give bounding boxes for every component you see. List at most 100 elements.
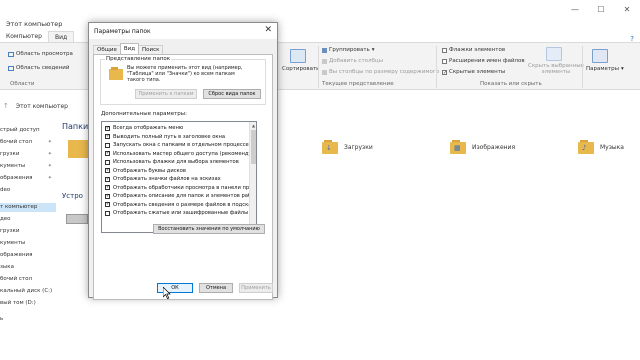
setting-checkbox[interactable]: ✓ xyxy=(105,176,110,182)
folder-options-dialog: Параметры папок ✕ Общие Вид Поиск Предст… xyxy=(88,22,278,300)
group-by-button[interactable]: Группировать ▾ xyxy=(322,47,375,53)
devices-section-header[interactable]: Устро xyxy=(62,192,83,200)
sidebar-item-label: грузки xyxy=(0,228,20,234)
sidebar-item[interactable]: ображения xyxy=(0,251,56,260)
address-path[interactable]: Этот компьютер xyxy=(16,103,68,110)
details-pane-icon xyxy=(8,65,14,71)
item-checkboxes-checkbox[interactable] xyxy=(442,47,447,53)
sidebar-item[interactable]: бочий стол xyxy=(0,275,56,284)
sidebar-item[interactable]: грузки xyxy=(0,227,56,236)
sidebar-item[interactable]: део xyxy=(0,215,56,224)
file-extensions-checkbox[interactable] xyxy=(442,58,447,64)
show-hide-group-label: Показать или скрыть xyxy=(480,81,542,87)
sidebar-item[interactable]: грузки ✦ xyxy=(0,150,56,159)
setting-checkbox[interactable] xyxy=(105,142,110,148)
advanced-setting-row[interactable]: Использовать флажки для выбора элементов xyxy=(105,158,239,167)
sort-button[interactable]: Сортировать xyxy=(282,66,319,72)
fit-columns-button[interactable]: Вы столбцы по размеру содержимого xyxy=(322,69,439,75)
scroll-thumb[interactable] xyxy=(251,130,256,164)
window-controls: — ☐ ✕ xyxy=(562,0,640,18)
add-columns-button[interactable]: Добавить столбцы xyxy=(322,58,383,64)
advanced-setting-row[interactable]: ✓ Отображать буквы дисков xyxy=(105,167,186,176)
advanced-setting-row[interactable]: ✓ Использовать мастер общего доступа (рек… xyxy=(105,150,256,159)
ribbon-separator xyxy=(436,46,437,88)
sidebar-item[interactable]: deo xyxy=(0,186,56,195)
sidebar-item[interactable]: кальный диск (C:) xyxy=(0,287,56,296)
restore-defaults-button[interactable]: Восстановить значения по умолчанию xyxy=(153,224,265,234)
advanced-setting-row[interactable]: Отображать сжатые или зашифрованные файл… xyxy=(105,209,256,218)
sidebar-item[interactable]: ображения ✦ xyxy=(0,174,56,183)
tab-search[interactable]: Поиск xyxy=(138,45,164,54)
sidebar-item-label: стрый доступ xyxy=(0,127,40,133)
advanced-settings-list[interactable]: ✓ Всегда отображать меню ✓ Выводить полный … xyxy=(101,121,257,233)
apply-to-folders-button[interactable]: Применить к папкам xyxy=(135,89,197,99)
setting-checkbox[interactable] xyxy=(105,210,110,216)
advanced-setting-row[interactable]: ✓ Отображать обработчики просмотра в пане… xyxy=(105,184,256,193)
sidebar-item-label: кументы xyxy=(0,240,26,246)
advanced-setting-row[interactable]: ✓ Всегда отображать меню xyxy=(105,124,183,133)
advanced-setting-row[interactable]: ✓ Выводить полный путь в заголовке окна xyxy=(105,133,225,142)
preview-pane-label: Область просмотра xyxy=(16,51,73,57)
setting-checkbox[interactable]: ✓ xyxy=(105,202,110,208)
navigation-pane: стрый доступ бочий стол ✦ грузки ✦ кументы… xyxy=(0,124,56,360)
maximize-button[interactable]: ☐ xyxy=(588,0,614,18)
folder-icon[interactable] xyxy=(68,140,90,158)
sidebar-item[interactable]: зыка xyxy=(0,263,56,272)
close-window-button[interactable]: ✕ xyxy=(614,0,640,18)
apply-button[interactable]: Применить xyxy=(239,283,273,293)
sidebar-item-label: ображения xyxy=(0,252,33,258)
folder-downloads[interactable]: ↓ Загрузки xyxy=(322,140,373,154)
tab-general[interactable]: Общие xyxy=(93,45,121,54)
tab-view[interactable]: Вид xyxy=(119,43,140,54)
advanced-setting-row[interactable]: ✓ Отображать описание для папок и элемент… xyxy=(105,192,256,201)
setting-checkbox[interactable]: ✓ xyxy=(105,151,110,157)
setting-checkbox[interactable]: ✓ xyxy=(105,168,110,174)
advanced-setting-row[interactable]: Запускать окна с папками в отдельном про… xyxy=(105,141,249,150)
hidden-items-checkbox[interactable]: ✓ xyxy=(442,69,447,75)
setting-checkbox[interactable]: ✓ xyxy=(105,193,110,199)
scroll-up-icon[interactable]: ▲ xyxy=(250,122,256,129)
fit-columns-label: Вы столбцы по размеру содержимого xyxy=(329,69,440,75)
item-checkboxes-toggle[interactable]: Флажки элементов xyxy=(442,47,505,53)
close-icon[interactable]: ✕ xyxy=(264,25,272,35)
sidebar-item[interactable]: кументы xyxy=(0,239,56,248)
sidebar-item[interactable]: стрый доступ xyxy=(0,126,56,135)
folders-section-header[interactable]: Папки xyxy=(62,122,88,131)
setting-checkbox[interactable]: ✓ xyxy=(105,134,110,140)
minimize-button[interactable]: — xyxy=(562,0,588,18)
options-button[interactable]: Параметры ▾ xyxy=(586,66,624,72)
sidebar-item-label: бочий стол xyxy=(0,276,33,282)
file-extensions-toggle[interactable]: Расширения имен файлов xyxy=(442,58,525,64)
up-arrow-icon[interactable]: ↑ xyxy=(0,102,12,110)
sidebar-item-this-pc[interactable]: т компьютер xyxy=(0,203,56,212)
preview-pane-button[interactable]: Область просмотра xyxy=(8,51,73,57)
hide-selected-button[interactable]: Скрыть выбранные элементы xyxy=(528,63,584,75)
folder-name: Музыка xyxy=(600,143,624,151)
sidebar-item[interactable]: вый том (D:) xyxy=(0,299,56,308)
dialog-title: Параметры папок xyxy=(94,28,151,35)
details-pane-button[interactable]: Область сведений xyxy=(8,65,69,71)
sidebar-item[interactable]: кументы ✦ xyxy=(0,162,56,171)
sidebar-item-label: кументы xyxy=(0,163,26,169)
sidebar-item-label: кальный диск (C:) xyxy=(0,288,53,294)
folder-name: Загрузки xyxy=(344,143,373,151)
music-folder-icon: ♪ xyxy=(578,140,594,154)
folder-pictures[interactable]: ▦ Изображения xyxy=(450,140,515,154)
sidebar-item[interactable]: ь xyxy=(0,315,56,324)
cancel-button[interactable]: Отмена xyxy=(199,283,233,293)
setting-checkbox[interactable]: ✓ xyxy=(105,185,110,191)
advanced-list-scrollbar[interactable]: ▲ ▼ xyxy=(249,122,256,232)
setting-checkbox[interactable]: ✓ xyxy=(105,125,110,131)
advanced-setting-row[interactable]: ✓ Отображать значки файлов на эскизах xyxy=(105,175,221,184)
sort-label: Сортировать xyxy=(282,66,320,72)
hidden-items-toggle[interactable]: ✓ Скрытые элементы xyxy=(442,69,505,75)
advanced-setting-row[interactable]: ✓ Отображать сведения о размере файлов в … xyxy=(105,201,256,210)
drive-icon[interactable] xyxy=(66,214,88,224)
setting-checkbox[interactable] xyxy=(105,159,110,165)
reset-folders-button[interactable]: Сброс вида папок xyxy=(203,89,261,99)
item-checkboxes-label: Флажки элементов xyxy=(449,47,506,53)
mouse-cursor-icon xyxy=(163,287,171,299)
sidebar-item[interactable]: бочий стол ✦ xyxy=(0,138,56,147)
setting-label: Отображать значки файлов на эскизах xyxy=(113,176,221,182)
folder-music[interactable]: ♪ Музыка xyxy=(578,140,624,154)
